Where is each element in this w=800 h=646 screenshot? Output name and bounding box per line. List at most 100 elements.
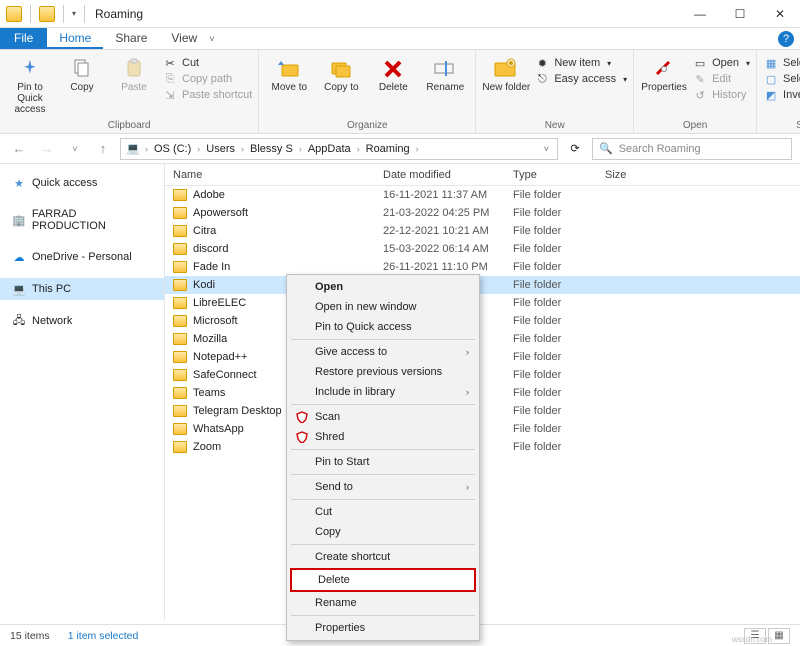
title-bar: ▾ Roaming — ☐ ✕ <box>0 0 800 28</box>
help-icon[interactable]: ? <box>778 31 794 47</box>
crumb-os[interactable]: OS (C:) <box>152 143 193 155</box>
ctx-restore-previous-versions[interactable]: Restore previous versions <box>289 362 477 382</box>
col-date[interactable]: Date modified <box>383 169 513 181</box>
tab-share[interactable]: Share <box>103 28 159 49</box>
ribbon-group-new: ✹ New folder ✹New item▾ ⎋Easy access▾ Ne… <box>476 50 634 133</box>
sidebar-this-pc[interactable]: 💻This PC <box>0 278 164 300</box>
tab-file[interactable]: File <box>0 28 47 49</box>
collapse-ribbon[interactable]: ˅ <box>209 34 214 44</box>
up-button[interactable]: ↑ <box>92 138 114 160</box>
edit-icon: ✎ <box>692 72 708 86</box>
rename-icon <box>431 56 459 80</box>
refresh-button[interactable]: ⟳ <box>564 138 586 160</box>
ctx-scan[interactable]: Scan <box>289 407 477 427</box>
rename-button[interactable]: Rename <box>421 52 469 93</box>
folder-icon <box>173 441 187 453</box>
folder-row[interactable]: Adobe16-11-2021 11:37 AMFile folder <box>165 186 800 204</box>
paste-shortcut-button[interactable]: ⇲Paste shortcut <box>162 88 252 102</box>
crumb-roaming[interactable]: Roaming <box>364 143 412 155</box>
folder-row[interactable]: discord15-03-2022 06:14 AMFile folder <box>165 240 800 258</box>
recent-locations[interactable]: ˅ <box>64 138 86 160</box>
search-icon: 🔍 <box>599 142 613 155</box>
tab-view[interactable]: View <box>159 28 209 49</box>
sidebar-farrad[interactable]: 🏢FARRAD PRODUCTION <box>0 204 164 236</box>
ctx-properties[interactable]: Properties <box>289 618 477 638</box>
sidebar-quick-access[interactable]: ★Quick access <box>0 172 164 194</box>
easy-access-button[interactable]: ⎋Easy access▾ <box>534 72 627 86</box>
folder-row[interactable]: TeamsFile folder <box>165 384 800 402</box>
folder-row[interactable]: MicrosoftFile folder <box>165 312 800 330</box>
forward-button[interactable]: → <box>36 138 58 160</box>
move-to-button[interactable]: Move to <box>265 52 313 93</box>
crumb-users[interactable]: Users <box>204 143 237 155</box>
col-type[interactable]: Type <box>513 169 605 181</box>
back-button[interactable]: ← <box>8 138 30 160</box>
ctx-open-in-new-window[interactable]: Open in new window <box>289 297 477 317</box>
cut-button[interactable]: ✂Cut <box>162 56 252 70</box>
ctx-rename[interactable]: Rename <box>289 593 477 613</box>
ctx-open[interactable]: Open <box>289 277 477 297</box>
folder-row[interactable]: LibreELECFile folder <box>165 294 800 312</box>
sidebar-network[interactable]: 🖧Network <box>0 310 164 332</box>
ctx-shred[interactable]: Shred <box>289 427 477 447</box>
select-all-button[interactable]: ▦Select all <box>763 56 800 70</box>
folder-row[interactable]: KodiFile folder <box>165 276 800 294</box>
properties-button[interactable]: Properties <box>640 52 688 93</box>
ctx-send-to[interactable]: Send to› <box>289 477 477 497</box>
folder-date: 22-12-2021 10:21 AM <box>383 225 513 237</box>
col-name[interactable]: Name <box>173 169 383 181</box>
folder-row[interactable]: Citra22-12-2021 10:21 AMFile folder <box>165 222 800 240</box>
folder-row[interactable]: Fade In26-11-2021 11:10 PMFile folder <box>165 258 800 276</box>
ctx-pin-to-start[interactable]: Pin to Start <box>289 452 477 472</box>
folder-name: discord <box>193 243 228 255</box>
new-folder-button[interactable]: ✹ New folder <box>482 52 530 93</box>
sidebar-onedrive[interactable]: ☁OneDrive - Personal <box>0 246 164 268</box>
pin-icon <box>16 56 44 80</box>
folder-icon <box>173 369 187 381</box>
crumb-appdata[interactable]: AppData <box>306 143 353 155</box>
ctx-create-shortcut[interactable]: Create shortcut <box>289 547 477 567</box>
folder-name: Teams <box>193 387 225 399</box>
ctx-copy[interactable]: Copy <box>289 522 477 542</box>
copy-button[interactable]: Copy <box>58 52 106 93</box>
minimize-button[interactable]: — <box>680 0 720 28</box>
copy-to-button[interactable]: Copy to <box>317 52 365 93</box>
select-none-button[interactable]: ▢Select none <box>763 72 800 86</box>
folder-row[interactable]: Notepad++File folder <box>165 348 800 366</box>
folder-type: File folder <box>513 189 605 201</box>
qat-dropdown[interactable]: ▾ <box>72 9 76 18</box>
tab-home[interactable]: Home <box>47 28 103 49</box>
breadcrumb[interactable]: 💻 › OS (C:)› Users› Blessy S› AppData› R… <box>120 138 558 160</box>
maximize-button[interactable]: ☐ <box>720 0 760 28</box>
ctx-pin-to-quick-access[interactable]: Pin to Quick access <box>289 317 477 337</box>
invert-selection-button[interactable]: ◩Invert selection <box>763 88 800 102</box>
invert-icon: ◩ <box>763 88 779 102</box>
folder-row[interactable]: MozillaFile folder <box>165 330 800 348</box>
pin-quick-access-button[interactable]: Pin to Quick access <box>6 52 54 115</box>
col-size[interactable]: Size <box>605 169 665 181</box>
folder-row[interactable]: WhatsAppFile folder <box>165 420 800 438</box>
close-button[interactable]: ✕ <box>760 0 800 28</box>
ctx-give-access-to[interactable]: Give access to› <box>289 342 477 362</box>
submenu-arrow: › <box>466 387 469 397</box>
folder-date: 15-03-2022 06:14 AM <box>383 243 513 255</box>
new-item-button[interactable]: ✹New item▾ <box>534 56 627 70</box>
paste-button[interactable]: Paste <box>110 52 158 93</box>
folder-row[interactable]: SafeConnectFile folder <box>165 366 800 384</box>
open-button[interactable]: ▭Open▾ <box>692 56 750 70</box>
delete-button[interactable]: Delete <box>369 52 417 93</box>
folder-type: File folder <box>513 207 605 219</box>
folder-row[interactable]: Apowersoft21-03-2022 04:25 PMFile folder <box>165 204 800 222</box>
history-button[interactable]: ↺History <box>692 88 750 102</box>
crumb-user[interactable]: Blessy S <box>248 143 295 155</box>
ctx-include-in-library[interactable]: Include in library› <box>289 382 477 402</box>
ctx-delete[interactable]: Delete <box>292 570 474 590</box>
folder-row[interactable]: Telegram DesktopFile folder <box>165 402 800 420</box>
folder-row[interactable]: ZoomFile folder <box>165 438 800 456</box>
svg-text:✹: ✹ <box>508 59 515 68</box>
copy-path-button[interactable]: ⎘Copy path <box>162 72 252 86</box>
search-input[interactable]: 🔍 Search Roaming <box>592 138 792 160</box>
ctx-cut[interactable]: Cut <box>289 502 477 522</box>
breadcrumb-dropdown[interactable]: ˅ <box>544 144 553 154</box>
edit-button[interactable]: ✎Edit <box>692 72 750 86</box>
